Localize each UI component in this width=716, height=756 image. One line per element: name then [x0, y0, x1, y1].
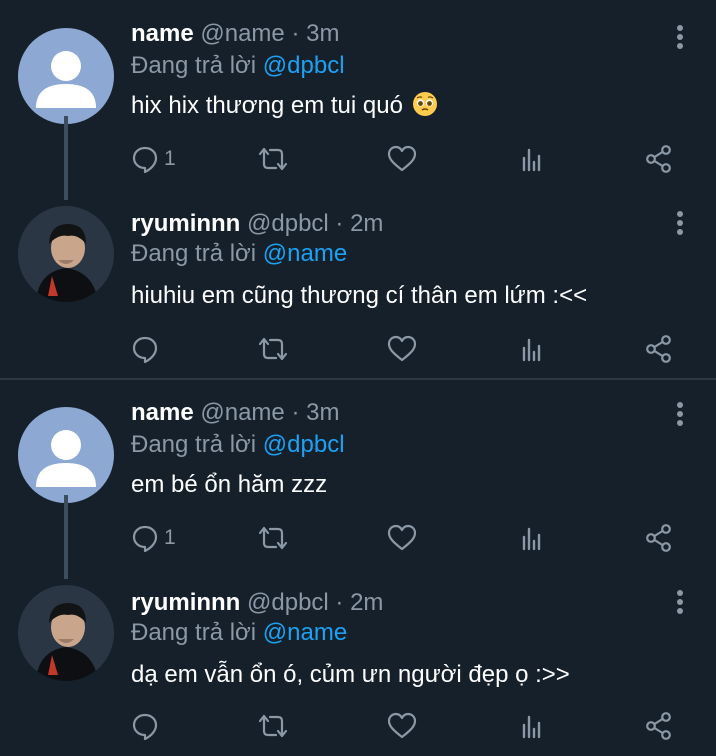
- reply-prefix: Đang trả lời: [131, 619, 257, 646]
- reply-icon: [132, 713, 158, 741]
- default-avatar-icon: [36, 430, 96, 487]
- avatar[interactable]: [18, 28, 114, 124]
- heart-icon: [387, 524, 417, 551]
- reply-count: 1: [164, 147, 176, 170]
- tweet-actions: [130, 332, 690, 366]
- avatar[interactable]: [18, 585, 114, 681]
- more-options-icon[interactable]: [670, 22, 690, 52]
- like-button[interactable]: [386, 332, 418, 366]
- tweet-text-content: hiuhiu em cũng thương cí thân em lứm :<<: [131, 282, 588, 309]
- reply-context: Đang trả lời @name: [131, 238, 347, 270]
- retweet-icon: [258, 526, 288, 550]
- retweet-button[interactable]: [256, 142, 290, 176]
- reply-button[interactable]: 1: [130, 521, 176, 555]
- profile-photo-icon: [18, 206, 114, 302]
- like-button[interactable]: [386, 521, 418, 555]
- reply-button[interactable]: [130, 709, 164, 743]
- analytics-icon: [522, 715, 541, 739]
- avatar[interactable]: [18, 407, 114, 503]
- tweet-header: ryuminnn @dpbcl · 2m: [131, 587, 383, 619]
- thread-line: [64, 495, 68, 579]
- like-button[interactable]: [386, 709, 418, 743]
- analytics-icon: [522, 338, 541, 362]
- analytics-icon: [522, 527, 541, 551]
- retweet-icon: [258, 337, 288, 361]
- handle-time: @name · 3m: [200, 399, 340, 426]
- tweet-text-content: hix hix thương em tui quó: [131, 92, 403, 119]
- mention-link[interactable]: @name: [263, 619, 347, 646]
- display-name[interactable]: name: [131, 20, 194, 47]
- retweet-button[interactable]: [256, 332, 290, 366]
- analytics-button[interactable]: [517, 521, 547, 555]
- tweet-text-content: dạ em vẫn ổn ó, củm ưn người đẹp ọ :>>: [131, 661, 570, 688]
- reply-prefix: Đang trả lời: [131, 240, 257, 267]
- like-button[interactable]: [386, 142, 418, 176]
- reply-context: Đang trả lời @dpbcl: [131, 429, 345, 461]
- reply-icon: [132, 146, 158, 174]
- avatar[interactable]: [18, 206, 114, 302]
- tweet[interactable]: ryuminnn @dpbcl · 2m Đang trả lời @name …: [0, 206, 716, 374]
- analytics-button[interactable]: [517, 332, 547, 366]
- mention-link[interactable]: @dpbcl: [263, 52, 345, 79]
- pleading-face-icon: [412, 92, 437, 116]
- tweet-header: name @name · 3m: [131, 397, 339, 429]
- reply-context: Đang trả lời @dpbcl: [131, 50, 345, 82]
- tweet[interactable]: name @name · 3m Đang trả lời @dpbcl hix …: [0, 18, 716, 200]
- tweet-actions: [130, 709, 690, 743]
- display-name[interactable]: name: [131, 399, 194, 426]
- handle-time: @dpbcl · 2m: [247, 589, 384, 616]
- reply-count: 1: [164, 526, 176, 549]
- share-icon: [646, 335, 671, 363]
- reply-icon: [132, 525, 158, 553]
- analytics-icon: [522, 148, 541, 172]
- more-options-icon[interactable]: [670, 587, 690, 617]
- reply-prefix: Đang trả lời: [131, 431, 257, 458]
- analytics-button[interactable]: [517, 142, 547, 176]
- handle-time: @dpbcl · 2m: [247, 210, 384, 237]
- reply-icon: [132, 336, 158, 364]
- share-button[interactable]: [644, 709, 674, 743]
- tweet-text: dạ em vẫn ổn ó, củm ưn người đẹp ọ :>>: [131, 659, 570, 691]
- reply-prefix: Đang trả lời: [131, 52, 257, 79]
- display-name[interactable]: ryuminnn: [131, 210, 240, 237]
- more-options-icon[interactable]: [670, 399, 690, 429]
- tweet-text: hix hix thương em tui quó: [131, 90, 438, 122]
- tweet-actions: 1: [130, 142, 690, 176]
- retweet-button[interactable]: [256, 521, 290, 555]
- profile-photo-icon: [18, 585, 114, 681]
- heart-icon: [387, 712, 417, 739]
- tweet-header: name @name · 3m: [131, 18, 339, 50]
- retweet-button[interactable]: [256, 709, 290, 743]
- mention-link[interactable]: @dpbcl: [263, 431, 345, 458]
- analytics-button[interactable]: [517, 709, 547, 743]
- handle-time: @name · 3m: [200, 20, 340, 47]
- mention-link[interactable]: @name: [263, 240, 347, 267]
- reply-button[interactable]: [130, 332, 164, 366]
- reply-button[interactable]: 1: [130, 142, 176, 176]
- share-button[interactable]: [644, 142, 674, 176]
- display-name[interactable]: ryuminnn: [131, 589, 240, 616]
- tweet-text: hiuhiu em cũng thương cí thân em lứm :<<: [131, 280, 587, 312]
- tweet-header: ryuminnn @dpbcl · 2m: [131, 208, 383, 240]
- default-avatar-icon: [36, 51, 96, 108]
- conversation-divider: [0, 378, 716, 380]
- tweet-text: em bé ổn hăm zzz: [131, 469, 327, 501]
- retweet-icon: [258, 714, 288, 738]
- share-icon: [646, 712, 671, 740]
- more-options-icon[interactable]: [670, 208, 690, 238]
- share-icon: [646, 145, 671, 173]
- thread-line: [64, 116, 68, 200]
- reply-context: Đang trả lời @name: [131, 617, 347, 649]
- tweet-actions: 1: [130, 521, 690, 555]
- heart-icon: [387, 335, 417, 362]
- tweet-text-content: em bé ổn hăm zzz: [131, 471, 328, 498]
- share-button[interactable]: [644, 521, 674, 555]
- tweet[interactable]: ryuminnn @dpbcl · 2m Đang trả lời @name …: [0, 585, 716, 756]
- share-icon: [646, 524, 671, 552]
- heart-icon: [387, 145, 417, 172]
- tweet[interactable]: name @name · 3m Đang trả lời @dpbcl em b…: [0, 397, 716, 579]
- retweet-icon: [258, 147, 288, 171]
- share-button[interactable]: [644, 332, 674, 366]
